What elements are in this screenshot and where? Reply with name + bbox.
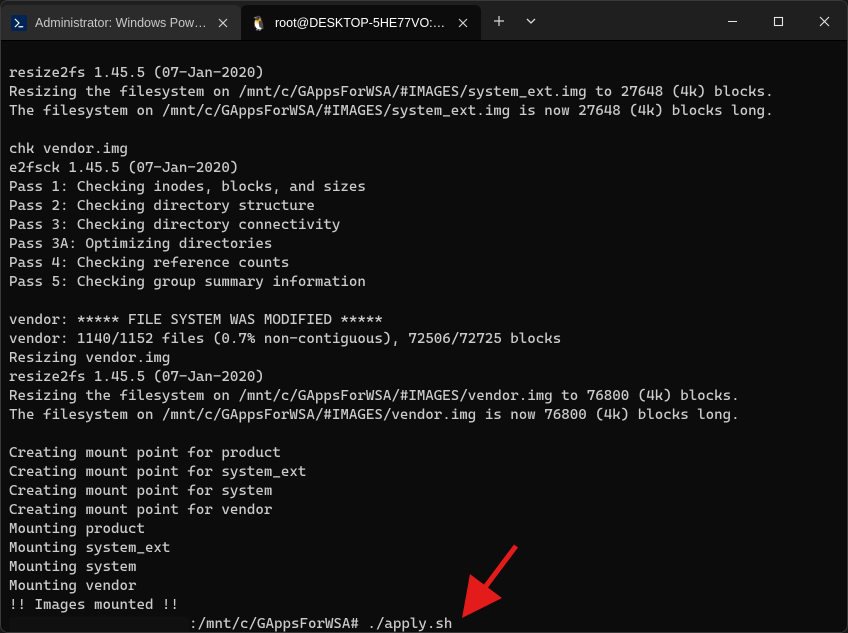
prompt-line: :/mnt/c/GAppsForWSA# ./apply.sh bbox=[9, 615, 839, 632]
terminal-body[interactable]: resize2fs 1.45.5 (07-Jan-2020) Resizing … bbox=[1, 41, 847, 632]
minimize-button[interactable] bbox=[709, 1, 755, 41]
titlebar-drag-region[interactable] bbox=[545, 1, 709, 40]
window-close-button[interactable] bbox=[801, 1, 847, 41]
new-tab-button[interactable] bbox=[481, 1, 517, 41]
tux-icon: 🐧 bbox=[251, 15, 267, 31]
terminal-window: Administrator: Windows PowerShell 🐧 root… bbox=[0, 0, 848, 633]
tab-close-button[interactable] bbox=[215, 15, 231, 31]
tab-title: Administrator: Windows PowerShell bbox=[35, 16, 207, 30]
title-bar[interactable]: Administrator: Windows PowerShell 🐧 root… bbox=[1, 1, 847, 41]
tab-strip: Administrator: Windows PowerShell 🐧 root… bbox=[1, 1, 481, 40]
tab-dropdown-button[interactable] bbox=[517, 1, 545, 41]
tab-linux[interactable]: 🐧 root@DESKTOP-5HE77VO: /mnt bbox=[241, 5, 481, 40]
tab-powershell[interactable]: Administrator: Windows PowerShell bbox=[1, 5, 241, 40]
powershell-icon bbox=[11, 15, 27, 31]
tab-close-button[interactable] bbox=[455, 15, 471, 31]
redacted-user-host bbox=[9, 617, 189, 633]
prompt-path: :/mnt/c/GAppsForWSA# bbox=[189, 615, 359, 632]
terminal-output: resize2fs 1.45.5 (07-Jan-2020) Resizing … bbox=[9, 64, 839, 615]
maximize-button[interactable] bbox=[755, 1, 801, 41]
window-controls bbox=[709, 1, 847, 40]
prompt-command: ./apply.sh bbox=[367, 615, 452, 632]
tab-actions bbox=[481, 1, 545, 40]
tab-title: root@DESKTOP-5HE77VO: /mnt bbox=[275, 16, 447, 30]
